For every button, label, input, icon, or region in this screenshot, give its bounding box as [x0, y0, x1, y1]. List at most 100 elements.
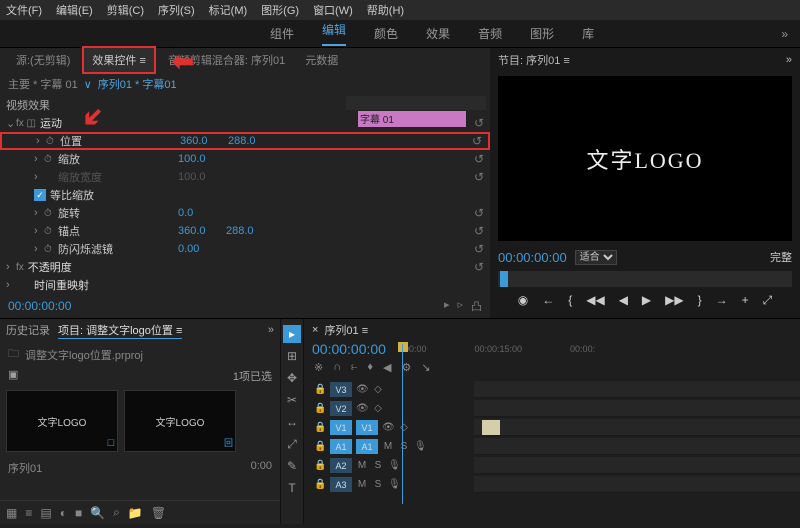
panel-tab[interactable]: 源:(无剪辑) [8, 48, 78, 72]
tool-button[interactable]: ▸ [283, 325, 301, 343]
lock-icon[interactable]: 🔒 [314, 384, 326, 395]
tool-button[interactable]: ✂ [283, 391, 301, 409]
value-field[interactable]: 0.00 [178, 243, 226, 255]
project-tool-icon[interactable]: ▦ [6, 506, 17, 520]
audio-track[interactable]: 🔒A3MS🎙 [304, 475, 800, 494]
fx-timemap[interactable]: ›时间重映射 [0, 276, 490, 294]
menu-item[interactable]: 剪辑(C) [107, 2, 144, 18]
menu-item[interactable]: 编辑(E) [56, 2, 93, 18]
panel-tab[interactable]: 项目: 调整文字logo位置 ≡ [58, 322, 182, 339]
panel-tab[interactable]: 历史记录 [6, 322, 50, 338]
lock-icon[interactable]: 🔒 [314, 441, 326, 452]
bin-icon[interactable]: ▣ [8, 368, 18, 384]
workspace-tab[interactable]: 库 [582, 25, 594, 42]
checkbox[interactable]: ✓ [34, 189, 46, 201]
timeline-ruler[interactable]: 00:00 00:00:15:00 00:00: [396, 344, 792, 354]
video-track[interactable]: 🔒V3👁◇ [304, 380, 800, 399]
stopwatch-icon[interactable]: ⏱ [44, 244, 58, 255]
value-field[interactable]: 100.0 [178, 153, 226, 165]
program-monitor[interactable]: 文字LOGO [498, 76, 792, 241]
reset-icon[interactable]: ↺ [474, 152, 484, 166]
lock-icon[interactable]: 🔒 [314, 422, 326, 433]
value-field[interactable]: 288.0 [228, 135, 276, 147]
track-toggle[interactable]: 🎙 [388, 460, 400, 471]
project-tool-icon[interactable]: ■ [75, 506, 82, 520]
video-track[interactable]: 🔒V1V1👁◇ [304, 418, 800, 437]
property-row[interactable]: ›⏱防闪烁滤镜0.00↺ [0, 240, 490, 258]
property-row[interactable]: ›缩放宽度100.0↺ [0, 168, 490, 186]
timeline-option-icon[interactable]: ※ [314, 361, 323, 374]
track-label[interactable]: A2 [330, 458, 352, 473]
seq-name[interactable]: 序列01 [8, 463, 42, 475]
transport-button[interactable]: ← [542, 293, 554, 308]
track-label[interactable]: V1 [356, 420, 378, 435]
workspace-tab[interactable]: 图形 [530, 25, 554, 42]
track-toggle[interactable]: 🎙 [414, 441, 426, 452]
value-field[interactable]: 100.0 [178, 171, 226, 183]
effect-clip-link[interactable]: 序列01 * 字幕01 [98, 76, 177, 92]
value-field[interactable]: 360.0 [180, 135, 228, 147]
property-row[interactable]: ›⏱位置360.0288.0↺ [0, 132, 490, 150]
transport-button[interactable]: ◉ [518, 293, 528, 308]
project-item[interactable]: 文字LOGO回 [124, 390, 236, 452]
project-tool-icon[interactable]: 📁 [128, 506, 143, 520]
lock-icon[interactable]: 🔒 [314, 460, 326, 471]
track-label[interactable]: A1 [356, 439, 378, 454]
effect-tool[interactable]: ▸ [444, 298, 450, 314]
audio-track[interactable]: 🔒A1A1MS🎙 [304, 437, 800, 456]
project-tool-icon[interactable]: ▤ [40, 506, 51, 520]
more-icon[interactable]: » [781, 27, 788, 41]
transport-button[interactable]: } [698, 293, 702, 308]
track-target[interactable]: A1 [330, 439, 352, 454]
effect-tool[interactable]: ▹ [457, 298, 463, 314]
tool-button[interactable]: ✎ [283, 457, 301, 475]
tool-button[interactable]: ↔ [283, 413, 301, 431]
stopwatch-icon[interactable]: ⏱ [46, 136, 60, 147]
eye-icon[interactable]: 👁 [356, 384, 368, 395]
more-icon[interactable]: » [268, 324, 274, 336]
timeline-option-icon[interactable]: ↘ [421, 361, 430, 374]
property-row[interactable]: ✓等比缩放 [0, 186, 490, 204]
project-tool-icon[interactable]: 🔍 [90, 506, 105, 520]
zoom-select[interactable]: 适合 [575, 250, 617, 265]
reset-icon[interactable]: ↺ [474, 116, 484, 130]
project-tool-icon[interactable]: 🗑 [151, 506, 166, 520]
timeline-option-icon[interactable]: ∩ [333, 361, 341, 374]
track-label[interactable]: V3 [330, 382, 352, 397]
timeline-option-icon[interactable]: ♦ [367, 361, 373, 374]
reset-icon[interactable]: ↺ [474, 260, 484, 274]
clip[interactable] [482, 420, 500, 435]
workspace-tab[interactable]: 音频 [478, 25, 502, 42]
workspace-tab[interactable]: 编辑 [322, 21, 346, 46]
menu-item[interactable]: 帮助(H) [367, 2, 404, 18]
tool-button[interactable]: ✥ [283, 369, 301, 387]
reset-icon[interactable]: ↺ [474, 206, 484, 220]
transport-button[interactable]: → [716, 293, 728, 308]
project-tool-icon[interactable]: ⌕ [113, 505, 120, 520]
track-toggle[interactable]: M [356, 479, 368, 490]
track-label[interactable]: V2 [330, 401, 352, 416]
transport-button[interactable]: ◀◀ [586, 293, 604, 308]
menu-item[interactable]: 文件(F) [6, 2, 42, 18]
workspace-tab[interactable]: 组件 [270, 25, 294, 42]
track-target[interactable]: V1 [330, 420, 352, 435]
fx-opacity[interactable]: ›fx不透明度↺ [0, 258, 490, 276]
reset-icon[interactable]: ↺ [474, 170, 484, 184]
audio-track[interactable]: 🔒A2MS🎙 [304, 456, 800, 475]
transport-button[interactable]: ▶▶ [665, 293, 683, 308]
tool-button[interactable]: ⤢ [283, 435, 301, 453]
effect-clip[interactable]: 字幕 01 [358, 111, 466, 127]
menu-item[interactable]: 窗口(W) [313, 2, 353, 18]
reset-icon[interactable]: ↺ [472, 134, 482, 148]
value-field[interactable]: 360.0 [178, 225, 226, 237]
panel-tab[interactable]: 效果控件 ≡ [82, 46, 155, 74]
project-tool-icon[interactable]: ◐ [60, 506, 67, 520]
track-label[interactable]: A3 [330, 477, 352, 492]
property-row[interactable]: ›⏱旋转0.0↺ [0, 204, 490, 222]
lock-icon[interactable]: 🔒 [314, 479, 326, 490]
value-field[interactable]: 0.0 [178, 207, 226, 219]
panel-tab[interactable]: 元数据 [297, 48, 346, 72]
transport-button[interactable]: + [742, 293, 749, 308]
eye-icon[interactable]: 👁 [382, 422, 394, 433]
transport-button[interactable]: ▶ [642, 293, 651, 308]
